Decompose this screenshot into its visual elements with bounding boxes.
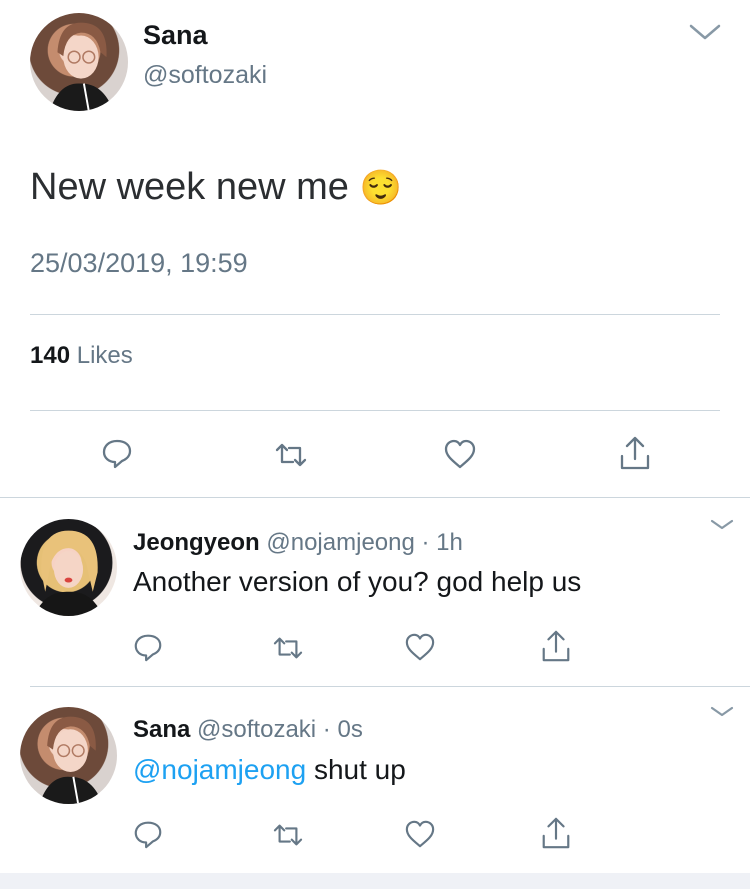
divider bbox=[0, 497, 750, 498]
likes-summary[interactable]: 140 Likes bbox=[30, 342, 133, 370]
heart-icon[interactable] bbox=[404, 632, 436, 662]
reply-icon[interactable] bbox=[132, 631, 164, 663]
reply-display-name[interactable]: Jeongyeon bbox=[133, 529, 260, 556]
divider bbox=[30, 686, 750, 687]
reply-time[interactable]: 1h bbox=[436, 529, 463, 556]
reply-display-name[interactable]: Sana bbox=[133, 716, 190, 743]
chevron-down-icon[interactable] bbox=[688, 22, 722, 42]
retweet-icon[interactable] bbox=[270, 821, 306, 849]
heart-icon[interactable] bbox=[404, 819, 436, 849]
share-icon[interactable] bbox=[617, 434, 653, 472]
main-tweet-text: New week new me 😌 bbox=[30, 166, 402, 209]
likes-count: 140 bbox=[30, 342, 71, 369]
reply-icon[interactable] bbox=[132, 818, 164, 850]
reply-handle[interactable]: @nojamjeong bbox=[266, 529, 414, 556]
reply-time[interactable]: 0s bbox=[337, 716, 362, 743]
avatar-main[interactable] bbox=[30, 13, 128, 111]
heart-icon[interactable] bbox=[443, 438, 477, 470]
likes-label: Likes bbox=[76, 342, 133, 369]
reply-text: @nojamjeong shut up bbox=[133, 754, 406, 786]
avatar-photo bbox=[39, 716, 103, 804]
avatar-reply-1[interactable] bbox=[20, 519, 117, 616]
bottom-bar bbox=[0, 873, 750, 889]
main-display-name[interactable]: Sana bbox=[143, 20, 208, 51]
reply-body: shut up bbox=[306, 754, 406, 785]
reply-icon[interactable] bbox=[100, 436, 134, 470]
reply-header: Jeongyeon @nojamjeong · 1h bbox=[133, 529, 463, 557]
share-icon[interactable] bbox=[539, 628, 573, 664]
reply-handle[interactable]: @softozaki bbox=[197, 716, 316, 743]
chevron-down-icon[interactable] bbox=[709, 517, 735, 533]
reply-text: Another version of you? god help us bbox=[133, 566, 582, 597]
tweet-text: New week new me bbox=[30, 166, 349, 208]
avatar-photo bbox=[49, 22, 114, 111]
reply-header: Sana @softozaki · 0s bbox=[133, 716, 363, 744]
share-icon[interactable] bbox=[539, 815, 573, 851]
retweet-icon[interactable] bbox=[270, 634, 306, 662]
mention-link[interactable]: @nojamjeong bbox=[133, 754, 306, 785]
divider bbox=[30, 410, 720, 411]
divider bbox=[30, 314, 720, 315]
avatar-photo bbox=[34, 530, 103, 616]
retweet-icon[interactable] bbox=[272, 440, 310, 470]
dot-separator: · bbox=[322, 716, 331, 743]
chevron-down-icon[interactable] bbox=[709, 704, 735, 720]
main-timestamp[interactable]: 25/03/2019, 19:59 bbox=[30, 248, 248, 279]
main-handle[interactable]: @softozaki bbox=[143, 61, 267, 90]
avatar-reply-2[interactable] bbox=[20, 707, 117, 804]
dot-separator: · bbox=[421, 529, 430, 556]
relieved-face-emoji: 😌 bbox=[359, 169, 402, 207]
